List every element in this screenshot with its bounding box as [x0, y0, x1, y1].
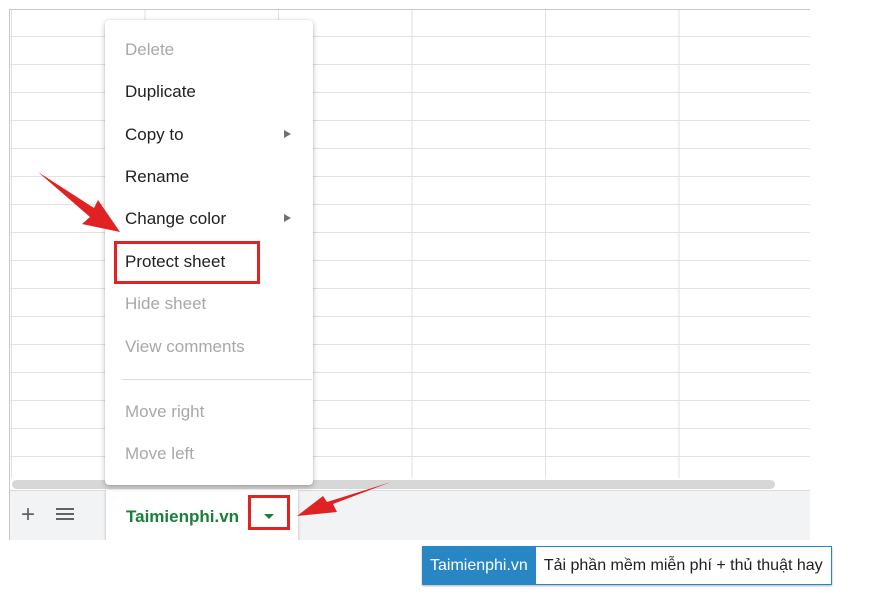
- menu-item-view-comments[interactable]: View comments: [125, 337, 245, 357]
- sheet-bar: + Taimienphi.vn: [10, 490, 810, 540]
- menu-item-hide-sheet[interactable]: Hide sheet: [125, 294, 206, 314]
- site-watermark: Taimienphi.vn Tải phần mềm miễn phí + th…: [422, 546, 832, 585]
- watermark-tagline: Tải phần mềm miễn phí + thủ thuật hay: [535, 546, 832, 585]
- menu-item-copy-to[interactable]: Copy to: [125, 125, 291, 145]
- submenu-arrow-icon: [284, 130, 291, 138]
- red-arrow-icon: [297, 482, 391, 516]
- menu-divider: [122, 379, 312, 380]
- red-arrow-icon: [38, 172, 120, 232]
- submenu-arrow-icon: [284, 214, 291, 222]
- protect-sheet-highlight-box: [114, 241, 260, 284]
- all-sheets-icon: [54, 508, 76, 520]
- dropdown-highlight-box: [248, 495, 290, 530]
- menu-item-move-left[interactable]: Move left: [125, 444, 194, 464]
- watermark-brand: Taimienphi.vn: [422, 546, 536, 585]
- menu-item-move-right[interactable]: Move right: [125, 402, 204, 422]
- menu-item-delete[interactable]: Delete: [125, 40, 174, 60]
- menu-item-rename[interactable]: Rename: [125, 167, 189, 187]
- sheet-tab-label: Taimienphi.vn: [126, 507, 240, 526]
- add-sheet-button[interactable]: +: [16, 503, 40, 527]
- plus-icon: +: [20, 501, 35, 528]
- all-sheets-button[interactable]: [54, 505, 76, 525]
- menu-item-change-color[interactable]: Change color: [125, 209, 291, 229]
- menu-item-duplicate[interactable]: Duplicate: [125, 82, 196, 102]
